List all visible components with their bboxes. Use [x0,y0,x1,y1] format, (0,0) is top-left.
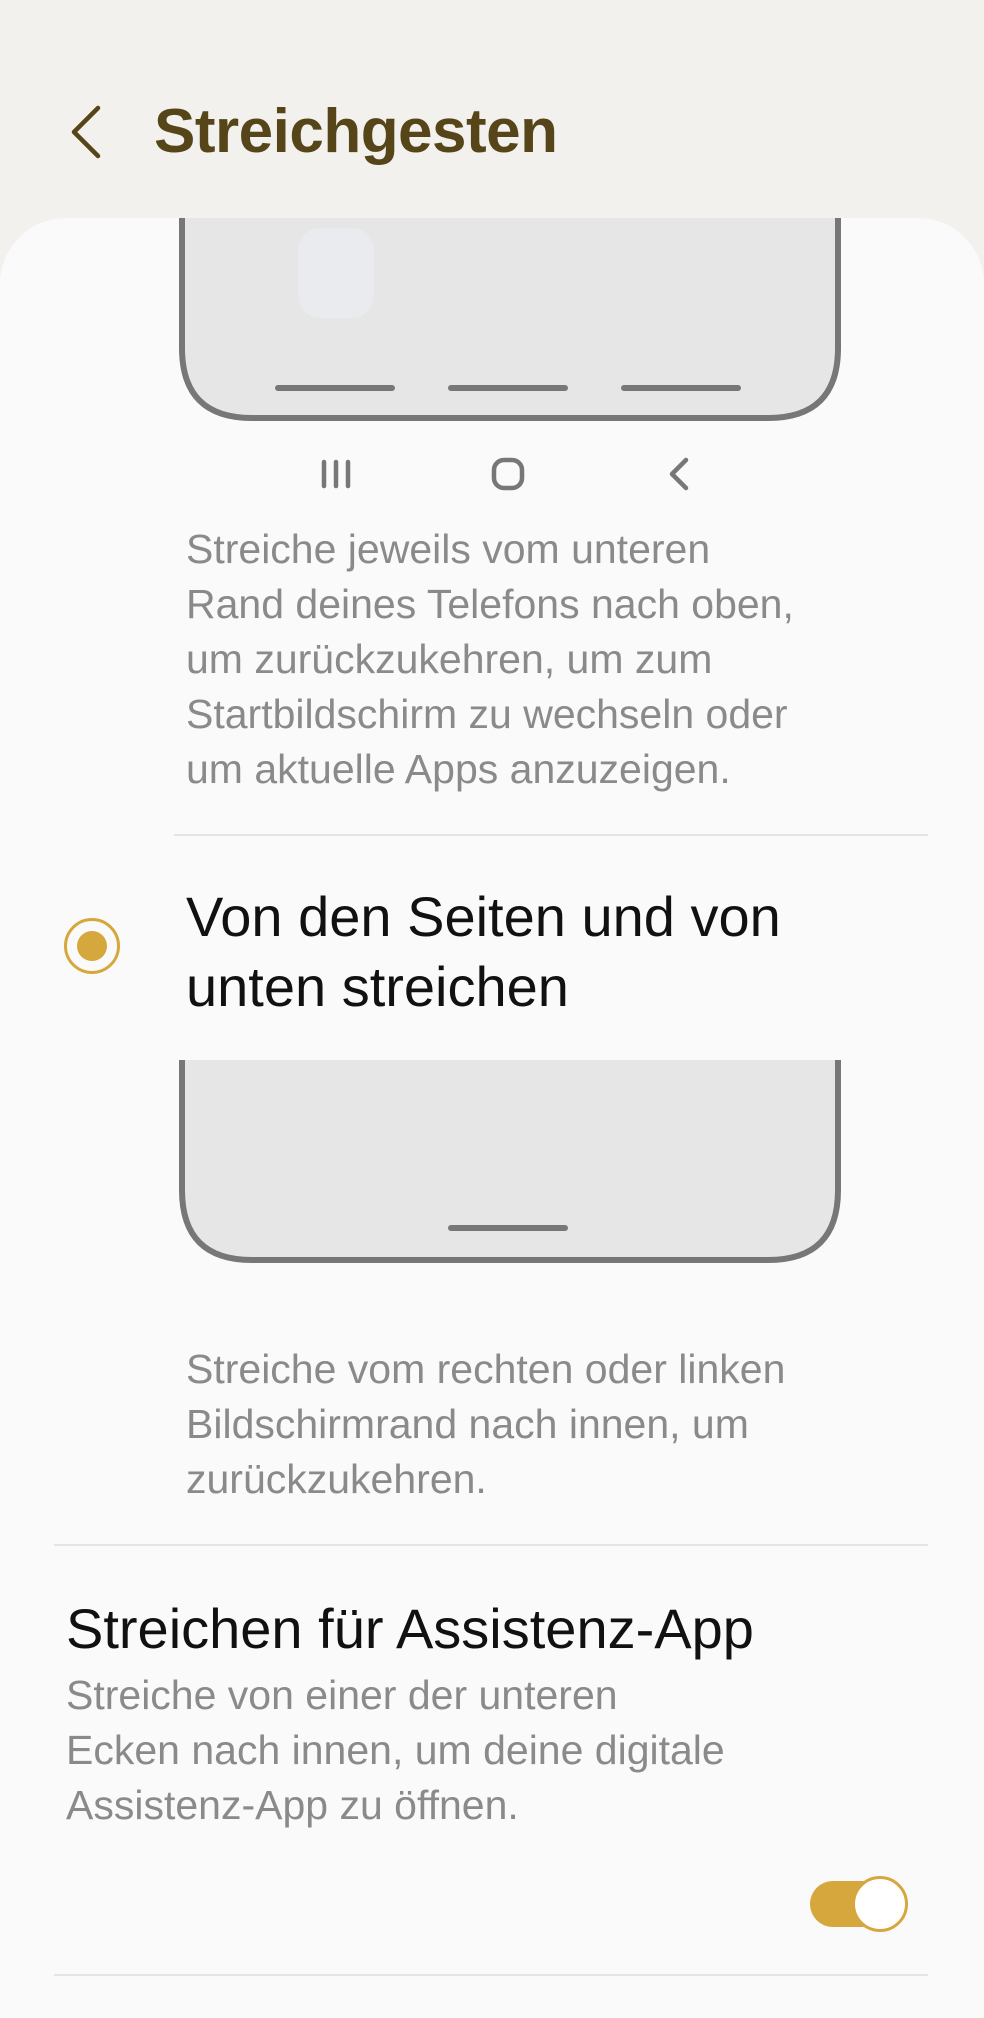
radio-selected-dot [77,931,107,961]
swipe-gestures-radio[interactable] [64,918,120,974]
description-line: Startbildschirm zu wechseln oder [186,691,788,737]
description-line: Ecken nach innen, um deine digitale [66,1727,725,1773]
divider [174,834,928,836]
description-line: Streiche jeweils vom unteren [186,526,711,572]
app-header: Streichgesten [0,0,984,218]
navbar-gestures-illustration [179,218,841,421]
description-line: Streiche vom rechten oder linken [186,1346,786,1392]
description-line: um aktuelle Apps anzuzeigen. [186,746,731,792]
description-line: Assistenz-App zu öffnen. [66,1782,519,1828]
swipe-option-title[interactable]: Von den Seiten und von unten streichen [186,882,906,1022]
navbar-icons [290,454,730,494]
home-icon [482,454,534,494]
description-line: um zurückzukehren, um zum [186,636,713,682]
toggle-thumb [852,1876,908,1932]
swipe-option-description: Streiche vom rechten oder linken Bildsch… [186,1342,785,1507]
assistant-setting-title[interactable]: Streichen für Assistenz-App [66,1594,754,1664]
page-title: Streichgesten [154,97,558,166]
chevron-left-icon [71,105,101,159]
option-title-line: unten streichen [186,955,569,1018]
back-icon [654,454,706,494]
description-line: Bildschirmrand nach innen, um [186,1401,749,1447]
description-line: zurückzukehren. [186,1456,487,1502]
recent-apps-icon [310,454,362,494]
settings-card: Streiche jeweils vom unteren Rand deines… [0,218,984,2018]
description-line: Rand deines Telefons nach oben, [186,581,794,627]
description-line: Streiche von einer der unteren [66,1672,618,1718]
back-button[interactable] [56,96,116,168]
assistant-app-toggle[interactable] [810,1874,910,1934]
assistant-setting-description: Streiche von einer der unteren Ecken nac… [66,1668,725,1833]
divider [54,1544,928,1546]
divider [54,1974,928,1976]
navbar-option-description: Streiche jeweils vom unteren Rand deines… [186,522,794,797]
option-title-line: Von den Seiten und von [186,885,781,948]
swipe-gestures-illustration [179,1060,841,1263]
